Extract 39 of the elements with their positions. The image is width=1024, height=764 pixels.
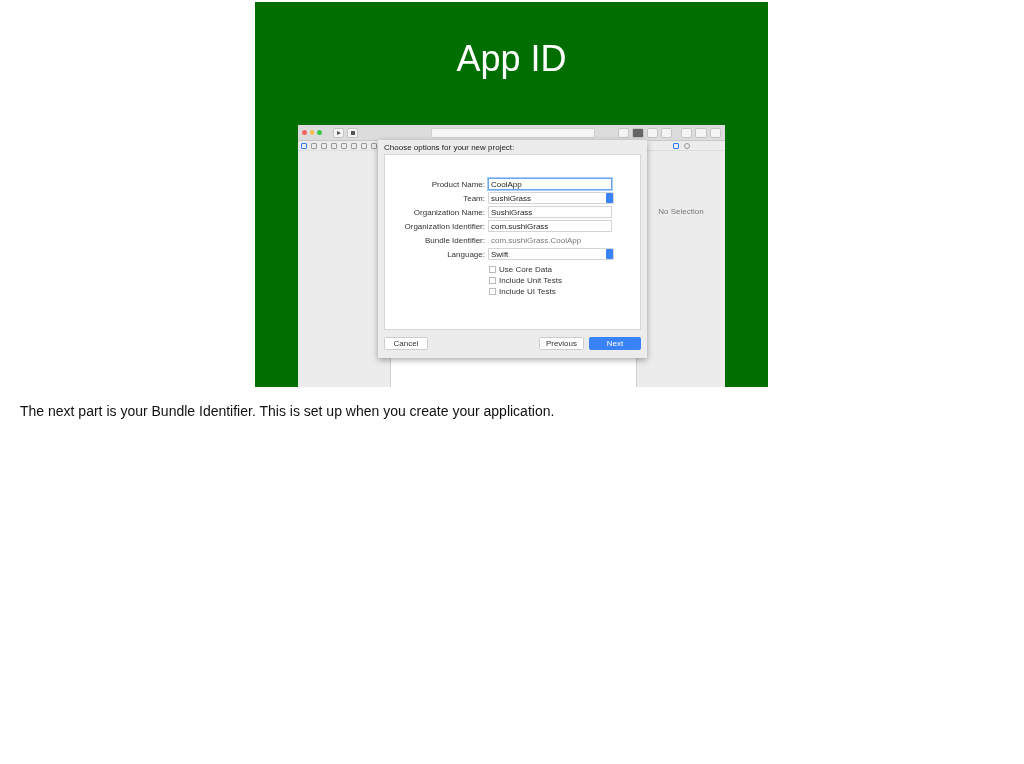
stop-icon xyxy=(350,130,355,135)
checkbox[interactable] xyxy=(489,288,496,295)
play-icon xyxy=(336,130,341,135)
input-field[interactable]: com.sushiGrass xyxy=(488,220,612,232)
stop-button[interactable] xyxy=(347,127,359,138)
slide-title: App ID xyxy=(456,38,567,81)
field-label: Language: xyxy=(446,249,486,259)
checkbox[interactable] xyxy=(489,277,496,284)
field-label: Product Name: xyxy=(430,179,486,189)
bundle-identifier-value: com.sushiGrass.CoolApp xyxy=(490,235,582,245)
minimize-button[interactable] xyxy=(309,130,315,135)
next-button[interactable]: Next xyxy=(589,337,641,350)
checkbox-label: Include UI Tests xyxy=(499,287,556,296)
popup-menu[interactable]: sushiGrass xyxy=(488,192,614,204)
panel-toggle-button[interactable] xyxy=(681,127,693,138)
zoom-button[interactable] xyxy=(317,130,322,135)
input-field[interactable]: CoolApp xyxy=(488,178,612,190)
editor-button[interactable] xyxy=(632,127,644,138)
checkbox-label: Include Unit Tests xyxy=(499,276,562,285)
no-selection-label: No Selection xyxy=(658,207,704,216)
sheet-heading: Choose options for your new project: xyxy=(384,141,516,154)
checkbox[interactable] xyxy=(489,266,496,273)
field-label: Organization Name: xyxy=(412,207,486,217)
sheet-button[interactable]: Previous xyxy=(538,337,584,350)
panel-toggle-button[interactable] xyxy=(709,127,721,138)
run-button[interactable] xyxy=(332,127,345,138)
field-label: Bundle Identifier: xyxy=(423,235,486,245)
field-label: Team: xyxy=(462,193,486,203)
input-field[interactable]: SushiGrass xyxy=(488,206,612,218)
sheet-button[interactable]: Cancel xyxy=(384,337,428,350)
stepper-icon xyxy=(606,249,613,259)
file-inspector-icon[interactable] xyxy=(672,142,679,149)
stepper-icon xyxy=(606,193,613,203)
popup-menu[interactable]: Swift xyxy=(488,248,614,260)
panel-toggle-button[interactable] xyxy=(695,127,707,138)
presenter-notes: The next part is your Bundle Identifier. This is set up when you create your application. xyxy=(20,403,556,419)
checkbox-label: Use Core Data xyxy=(499,265,552,274)
close-button[interactable] xyxy=(302,130,307,135)
field-label: Organization Identifier: xyxy=(403,221,486,231)
